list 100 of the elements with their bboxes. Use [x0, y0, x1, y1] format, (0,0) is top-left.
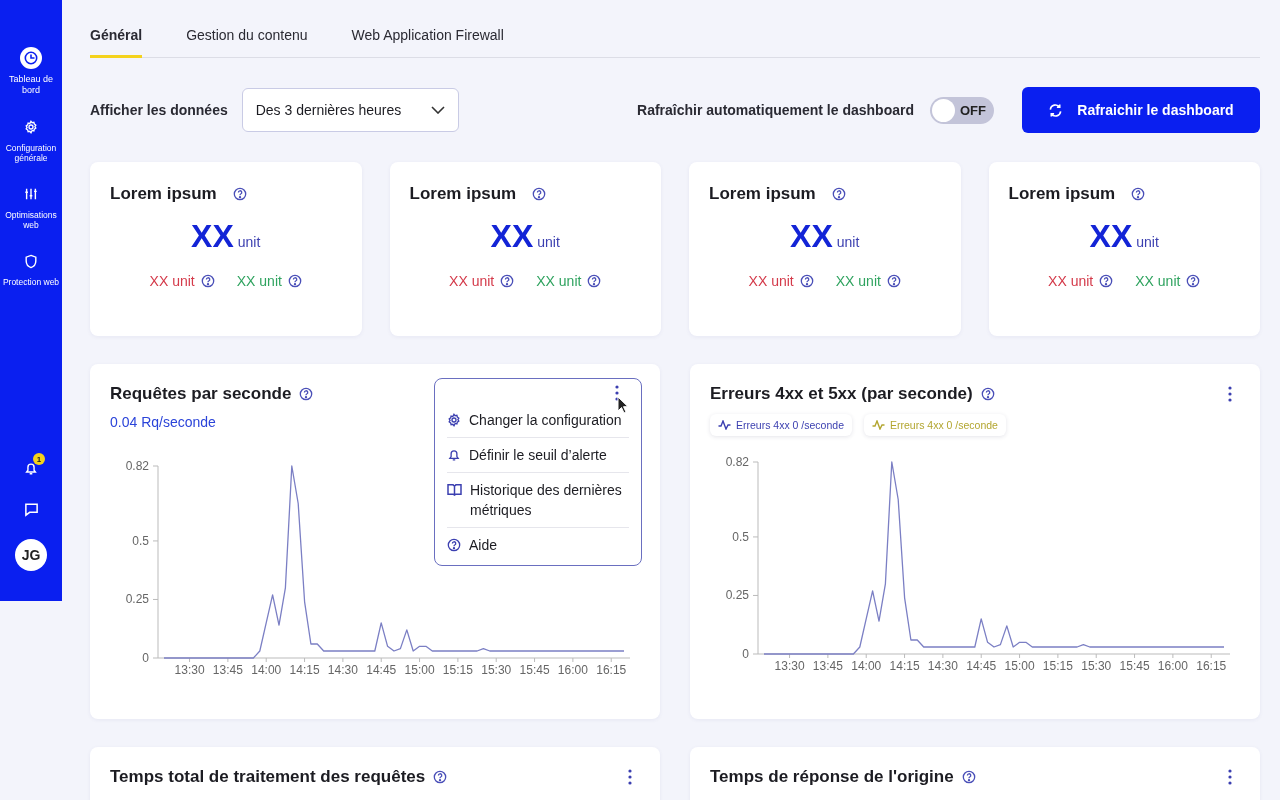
- nav-item[interactable]: Optimisations web: [0, 182, 62, 231]
- menu-item[interactable]: Définir le seuil d’alerte: [447, 438, 629, 473]
- help-icon[interactable]: [587, 274, 602, 288]
- menu-item[interactable]: Historique des dernières métriques: [447, 473, 629, 528]
- help-icon[interactable]: [1131, 187, 1146, 201]
- axis-tick-label: 0: [742, 647, 749, 661]
- chat-icon[interactable]: [23, 502, 39, 517]
- axis-tick-label: 0.82: [125, 459, 149, 473]
- help-icon[interactable]: [299, 387, 314, 401]
- card-title: Lorem ipsum: [110, 184, 217, 204]
- axis-tick-label: 13:30: [774, 659, 805, 673]
- help-icon[interactable]: [831, 187, 846, 201]
- axis-tick-label: 14:15: [889, 659, 920, 673]
- axis-tick-label: 14:30: [927, 659, 958, 673]
- card-title: Temps de réponse de l'origine: [710, 767, 954, 787]
- card-title: Lorem ipsum: [709, 184, 816, 204]
- help-icon[interactable]: [1186, 274, 1201, 288]
- help-icon[interactable]: [532, 187, 547, 201]
- axis-tick-label: 16:15: [1196, 659, 1227, 673]
- axis-tick-label: 0.5: [132, 533, 149, 548]
- axis-tick-label: 16:15: [596, 663, 627, 677]
- axis-tick-label: 0.25: [125, 592, 149, 607]
- positive-value: XX unit: [236, 273, 282, 289]
- tab[interactable]: Général: [90, 27, 143, 58]
- axis-tick-label: 14:00: [851, 659, 882, 673]
- help-icon[interactable]: [886, 274, 901, 288]
- axis-tick-label: 15:45: [519, 663, 550, 677]
- more-options-icon[interactable]: [628, 769, 632, 785]
- mouse-cursor-icon: [617, 396, 629, 414]
- menu-item[interactable]: Aide: [447, 528, 629, 555]
- auto-refresh-toggle[interactable]: OFF: [930, 96, 994, 124]
- time-range-dropdown[interactable]: Des 3 dernières heures: [241, 88, 459, 132]
- help-icon[interactable]: [980, 387, 995, 401]
- shield-icon: [24, 253, 38, 269]
- sliders-icon: [24, 186, 38, 201]
- axis-tick-label: 16:00: [1157, 659, 1188, 673]
- help-icon[interactable]: [433, 770, 448, 784]
- negative-value: XX unit: [449, 273, 495, 289]
- axis-tick-label: 0.82: [725, 455, 749, 469]
- axis-tick-label: 16:00: [557, 663, 588, 677]
- card-title: Lorem ipsum: [1008, 184, 1116, 204]
- axis-tick-label: 15:00: [404, 663, 435, 677]
- bell-icon: [447, 448, 461, 462]
- negative-value: XX unit: [149, 273, 195, 289]
- help-icon[interactable]: [200, 274, 215, 288]
- chevron-down-icon: [430, 106, 445, 114]
- negative-value: XX unit: [748, 273, 794, 289]
- line-chart-icon: [871, 420, 885, 430]
- refresh-button[interactable]: Rafraichir le dashboard: [1022, 87, 1260, 133]
- tab[interactable]: Web Application Firewall: [351, 27, 504, 58]
- help-icon[interactable]: [287, 274, 302, 288]
- nav-item[interactable]: Protection web: [0, 250, 62, 288]
- stat-unit: unit: [537, 234, 560, 250]
- axis-tick-label: 0: [142, 651, 149, 665]
- axis-tick-label: 13:30: [174, 663, 205, 677]
- axis-tick-label: 15:30: [481, 663, 512, 677]
- bell-icon[interactable]: [24, 461, 38, 476]
- axis-tick-label: 14:45: [366, 663, 397, 677]
- user-avatar[interactable]: JG: [15, 539, 47, 571]
- menu-item[interactable]: Changer la configuration: [447, 403, 629, 438]
- axis-tick-label: 15:30: [1081, 659, 1112, 673]
- axis-tick-label: 14:45: [966, 659, 997, 673]
- tab[interactable]: Gestion du contenu: [186, 27, 308, 58]
- help-icon[interactable]: [1099, 274, 1114, 288]
- nav-item[interactable]: Configuration générale: [0, 115, 62, 164]
- stat-value: XX: [490, 218, 534, 255]
- positive-value: XX unit: [1135, 273, 1181, 289]
- negative-value: XX unit: [1048, 273, 1094, 289]
- rate-reading: 0.04 Rq/seconde: [110, 414, 216, 430]
- card-title: Erreurs 4xx et 5xx (par seconde): [710, 384, 973, 404]
- axis-tick-label: 14:15: [289, 663, 320, 677]
- settings-icon: [24, 119, 38, 134]
- positive-value: XX unit: [835, 273, 881, 289]
- stat-value: XX: [1089, 218, 1133, 255]
- help-icon[interactable]: [799, 274, 814, 288]
- settings-icon: [447, 413, 461, 427]
- help-icon: [447, 538, 461, 552]
- axis-tick-label: 15:45: [1119, 659, 1150, 673]
- stat-unit: unit: [237, 234, 261, 250]
- notification-badge: 1: [33, 453, 45, 465]
- legend-chip: Erreurs 4xx 0 /seconde: [710, 414, 852, 436]
- positive-value: XX unit: [536, 273, 582, 289]
- help-icon[interactable]: [500, 274, 515, 288]
- refresh-icon: [1048, 102, 1064, 118]
- axis-tick-label: 15:15: [1042, 659, 1073, 673]
- auto-refresh-label: Rafraîchir automatiquement le dashboard: [637, 102, 914, 118]
- line-chart-icon: [718, 420, 731, 430]
- more-options-icon[interactable]: [1228, 769, 1232, 785]
- more-options-icon[interactable]: [1228, 386, 1232, 402]
- axis-tick-label: 15:00: [1004, 659, 1035, 673]
- help-icon[interactable]: [961, 770, 976, 784]
- legend-chip: Erreurs 4xx 0 /seconde: [863, 414, 1006, 436]
- nav-item[interactable]: Tableau de bord: [0, 47, 62, 97]
- axis-tick-label: 0.5: [732, 529, 749, 544]
- card-title: Requêtes par seconde: [110, 384, 292, 404]
- axis-tick-label: 15:15: [442, 663, 473, 677]
- stat-unit: unit: [836, 234, 860, 250]
- help-icon[interactable]: [232, 187, 247, 201]
- stat-value: XX: [191, 218, 234, 255]
- book-icon: [447, 483, 462, 496]
